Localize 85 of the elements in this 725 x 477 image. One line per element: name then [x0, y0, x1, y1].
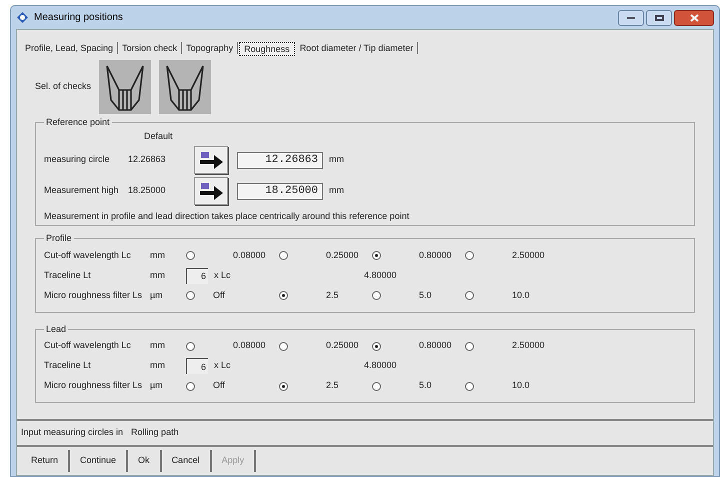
result-value: 4.80000 — [364, 359, 397, 372]
number-field[interactable]: 6 — [186, 268, 208, 284]
minimize-button[interactable] — [618, 10, 644, 26]
default-value: 18.25000 — [128, 184, 167, 198]
option-label: 10.0 — [512, 288, 530, 302]
unit-label: µm — [150, 379, 164, 392]
result-value: 4.80000 — [364, 268, 397, 282]
radio-button[interactable] — [279, 291, 288, 300]
group-title: Lead — [45, 322, 68, 336]
tab[interactable]: Profile, Lead, Spacing — [21, 42, 118, 54]
radio-button[interactable] — [186, 382, 195, 390]
default-value: 12.26863 — [128, 153, 167, 166]
option-label: 0.25000 — [326, 339, 359, 352]
radio-button[interactable] — [465, 251, 474, 260]
unit-label: mm — [150, 268, 166, 282]
row-label: Measurement high — [44, 184, 120, 198]
unit-label: mm — [329, 184, 344, 198]
tab[interactable]: Topography — [182, 42, 238, 54]
radio-button[interactable] — [372, 251, 381, 260]
copy-default-button[interactable] — [194, 146, 228, 174]
unit-label: x Lc — [214, 268, 232, 282]
number-field[interactable]: 6 — [186, 358, 208, 374]
row-label: Cut-off wavelength Lc — [44, 248, 132, 262]
tab[interactable]: Roughness — [239, 42, 295, 56]
unit-label: mm — [150, 339, 166, 352]
app-icon — [16, 11, 29, 24]
radio-button[interactable] — [186, 291, 195, 300]
option-label: 5.0 — [419, 379, 432, 392]
group-title: Reference point — [45, 116, 111, 129]
option-label: 2.5 — [326, 288, 339, 302]
close-icon — [690, 14, 698, 22]
copy-default-button[interactable] — [194, 177, 228, 205]
maximize-button[interactable] — [646, 10, 672, 26]
option-label: 2.50000 — [512, 339, 545, 352]
value-field[interactable]: 18.25000 — [237, 182, 323, 200]
row-label: Cut-off wavelength Lc — [44, 339, 132, 352]
option-label: 10.0 — [512, 379, 530, 392]
tab[interactable]: Torsion check — [118, 42, 182, 54]
close-button[interactable] — [674, 10, 714, 26]
dialog-button[interactable]: Ok — [128, 450, 162, 472]
option-label: 0.80000 — [419, 248, 452, 262]
option-label: 0.08000 — [233, 248, 266, 262]
option-label: 0.25000 — [326, 248, 359, 262]
dialog-button[interactable]: Return — [21, 450, 70, 472]
value-field[interactable]: 12.26863 — [237, 152, 323, 168]
column-header: Default — [144, 130, 173, 140]
group-title: Profile — [45, 232, 73, 245]
option-label: 2.50000 — [512, 248, 545, 262]
row-label: Traceline Lt — [44, 359, 92, 372]
tab[interactable]: Root diameter / Tip diameter — [296, 42, 418, 54]
radio-button[interactable] — [465, 342, 474, 350]
radio-button[interactable] — [465, 291, 474, 300]
radio-button[interactable] — [372, 291, 381, 300]
unit-label: mm — [150, 359, 166, 372]
unit-label: x Lc — [214, 359, 232, 372]
radio-button[interactable] — [372, 342, 381, 350]
option-label: Off — [213, 379, 225, 392]
option-label: 0.80000 — [419, 339, 452, 352]
unit-label: mm — [329, 153, 344, 166]
row-label: Micro roughness filter Ls — [44, 288, 144, 302]
radio-button[interactable] — [279, 251, 288, 260]
radio-button[interactable] — [279, 342, 288, 350]
checks-label: Sel. of checks — [35, 80, 92, 94]
info-note: Measurement in profile and lead direction takes place centrically around this reference point — [44, 210, 410, 220]
dialog-button[interactable]: Cancel — [162, 450, 212, 472]
dialog-button[interactable]: Continue — [70, 450, 128, 472]
radio-button[interactable] — [186, 342, 195, 350]
option-label: 0.08000 — [233, 339, 266, 352]
status-label: Input measuring circles in — [21, 426, 124, 440]
radio-button[interactable] — [186, 251, 195, 260]
row-label: measuring circle — [44, 153, 111, 166]
gear-tooth-check-icon[interactable] — [159, 60, 212, 114]
unit-label: mm — [150, 248, 166, 262]
radio-button[interactable] — [279, 382, 288, 390]
option-label: 2.5 — [326, 379, 339, 392]
status-value: Rolling path — [131, 426, 179, 440]
unit-label: µm — [150, 288, 164, 302]
row-label: Traceline Lt — [44, 268, 92, 282]
radio-button[interactable] — [465, 382, 474, 390]
option-label: Off — [213, 288, 225, 302]
radio-button[interactable] — [372, 382, 381, 390]
window-title: Measuring positions — [34, 11, 123, 25]
option-label: 5.0 — [419, 288, 432, 302]
row-label: Micro roughness filter Ls — [44, 379, 144, 392]
gear-tooth-check-icon[interactable] — [99, 60, 152, 114]
